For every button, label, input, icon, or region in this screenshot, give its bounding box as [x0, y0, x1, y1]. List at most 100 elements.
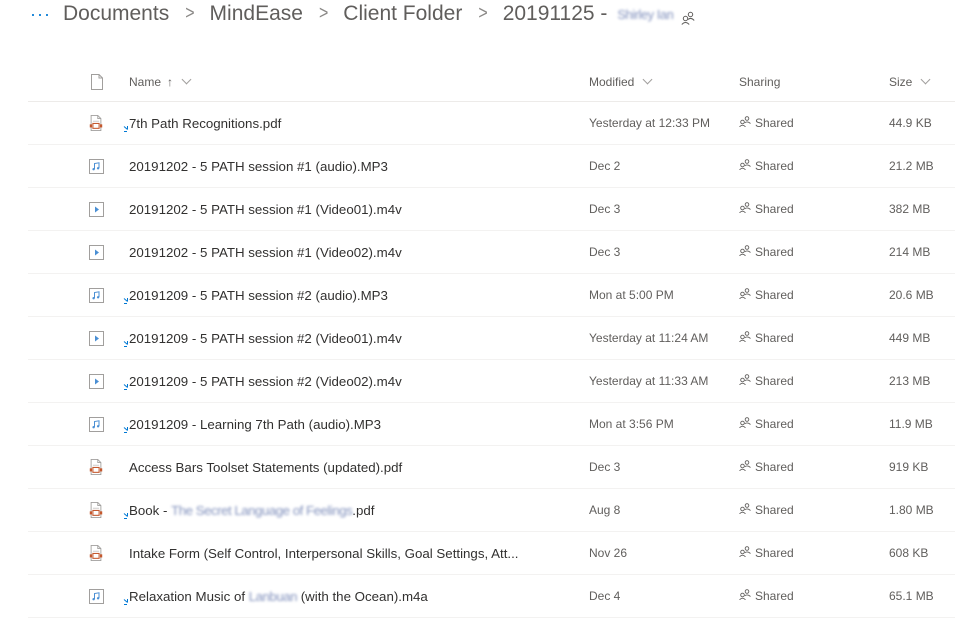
file-name-link[interactable]: Relaxation Music of Lanbuan (with the Oc…: [123, 575, 428, 617]
column-header-file-type[interactable]: [90, 62, 104, 101]
sharing-status[interactable]: Shared: [739, 102, 794, 144]
modified-date: Yesterday at 11:33 AM: [589, 374, 709, 388]
sharing-label: Shared: [755, 546, 794, 560]
sharing-status[interactable]: Shared: [739, 145, 794, 187]
file-type-cell: [88, 360, 104, 402]
shared-people-icon: [739, 159, 751, 170]
column-header-modified[interactable]: Modified: [589, 62, 653, 101]
modified-date: Dec 3: [589, 245, 621, 259]
file-name-link[interactable]: 20191202 - 5 PATH session #1 (audio).MP3: [129, 145, 388, 187]
file-name-link[interactable]: 20191202 - 5 PATH session #1 (Video01).m…: [129, 188, 402, 230]
modified-date: Dec 3: [589, 202, 621, 216]
breadcrumb-item-mindease[interactable]: MindEase: [210, 2, 303, 26]
file-type-cell: [88, 274, 104, 316]
sharing-status[interactable]: Shared: [739, 231, 794, 273]
sharing-status[interactable]: Shared: [739, 188, 794, 230]
file-row[interactable]: 20191202 - 5 PATH session #1 (audio).MP3…: [28, 145, 955, 188]
breadcrumb: ··· Documents > MindEase > Client Folder…: [30, 0, 695, 28]
new-item-icon: [123, 598, 128, 605]
sharing-status[interactable]: Shared: [739, 575, 794, 617]
modified-date: Dec 4: [589, 589, 621, 603]
chevron-right-icon: >: [478, 3, 488, 24]
sharing-status[interactable]: Shared: [739, 274, 794, 316]
file-name-link[interactable]: 20191202 - 5 PATH session #1 (Video02).m…: [129, 231, 402, 273]
file-size: 11.9 MB: [889, 417, 933, 431]
modified-date: Nov 26: [589, 546, 628, 560]
file-name-link[interactable]: 20191209 - 5 PATH session #2 (Video02).m…: [123, 360, 402, 402]
shared-people-icon: [739, 331, 751, 342]
sharing-status[interactable]: Shared: [739, 403, 794, 445]
sharing-label: Shared: [755, 460, 794, 474]
file-name-text: 20191209 - 5 PATH session #2 (Video02).m…: [129, 373, 402, 389]
sharing-status[interactable]: Shared: [739, 532, 794, 574]
modified-date: Dec 3: [589, 460, 621, 474]
file-type-cell: [88, 145, 104, 187]
column-header-name[interactable]: Name ↑: [129, 62, 192, 101]
file-row[interactable]: 20191209 - 5 PATH session #2 (audio).MP3…: [28, 274, 955, 317]
file-name-suffix: .pdf: [352, 502, 375, 518]
new-item-icon: [123, 125, 128, 132]
file-size: 608 KB: [889, 546, 929, 560]
shared-people-icon: [739, 589, 751, 600]
file-row[interactable]: 20191209 - 5 PATH session #2 (Video01).m…: [28, 317, 955, 360]
sharing-status[interactable]: Shared: [739, 446, 794, 488]
new-item-icon: [123, 340, 128, 347]
chevron-down-icon: [642, 74, 653, 85]
new-item-icon: [123, 512, 128, 519]
breadcrumb-current-folder: 20191125 -: [502, 2, 608, 25]
file-name-prefix: Book -: [129, 502, 172, 518]
file-row[interactable]: 20191202 - 5 PATH session #1 (Video01).m…: [28, 188, 955, 231]
file-name-link[interactable]: Book - The Secret Language of Feelings.p…: [123, 489, 375, 531]
column-header-name-label: Name: [129, 74, 162, 89]
chevron-right-icon: >: [185, 3, 195, 24]
file-size: 44.9 KB: [889, 116, 932, 130]
audio-file-icon: [88, 588, 104, 604]
file-row[interactable]: 20191209 - 5 PATH session #2 (Video02).m…: [28, 360, 955, 403]
file-name-link[interactable]: Intake Form (Self Control, Interpersonal…: [129, 532, 518, 574]
file-row[interactable]: Access Bars Toolset Statements (updated)…: [28, 446, 955, 489]
file-name-text: 20191209 - 5 PATH session #2 (Video01).m…: [129, 330, 402, 346]
pdf-file-icon: [89, 459, 103, 475]
sharing-label: Shared: [755, 589, 794, 603]
column-header-sharing-label: Sharing: [739, 74, 781, 89]
file-row[interactable]: 20191202 - 5 PATH session #1 (Video02).m…: [28, 231, 955, 274]
shared-people-icon: [739, 503, 751, 514]
shared-people-icon: [739, 374, 751, 385]
file-row[interactable]: 20191209 - Learning 7th Path (audio).MP3…: [28, 403, 955, 446]
file-size: 20.6 MB: [889, 288, 934, 302]
file-name-link[interactable]: Access Bars Toolset Statements (updated)…: [129, 446, 402, 488]
sharing-status[interactable]: Shared: [739, 360, 794, 402]
file-name-link[interactable]: 20191209 - Learning 7th Path (audio).MP3: [123, 403, 381, 445]
sharing-label: Shared: [755, 417, 794, 431]
file-name-text: 20191202 - 5 PATH session #1 (Video01).m…: [129, 201, 402, 217]
file-name-link[interactable]: 20191209 - 5 PATH session #2 (audio).MP3: [123, 274, 388, 316]
sharing-status[interactable]: Shared: [739, 489, 794, 531]
breadcrumb-more-button[interactable]: ···: [30, 4, 51, 25]
sharing-label: Shared: [755, 374, 794, 388]
column-header-size[interactable]: Size: [889, 62, 931, 101]
chevron-down-icon: [181, 74, 192, 85]
file-row[interactable]: Relaxation Music of Lanbuan (with the Oc…: [28, 575, 955, 618]
file-name-prefix: Relaxation Music of: [129, 588, 249, 604]
sort-ascending-icon: ↑: [167, 74, 174, 89]
file-name-text: Intake Form (Self Control, Interpersonal…: [129, 545, 519, 561]
column-header-modified-label: Modified: [589, 74, 635, 89]
breadcrumb-item-documents[interactable]: Documents: [63, 2, 169, 26]
file-size: 21.2 MB: [889, 159, 934, 173]
sharing-status[interactable]: Shared: [739, 317, 794, 359]
shared-people-icon: [739, 417, 751, 428]
file-name-link[interactable]: 20191209 - 5 PATH session #2 (Video01).m…: [123, 317, 402, 359]
file-type-cell: [88, 532, 104, 574]
file-size: 214 MB: [889, 245, 931, 259]
file-row[interactable]: 7th Path Recognitions.pdf Yesterday at 12…: [28, 102, 955, 145]
file-name-redacted: The Secret Language of Feelings: [171, 502, 353, 518]
file-row[interactable]: Intake Form (Self Control, Interpersonal…: [28, 532, 955, 575]
modified-date: Yesterday at 12:33 PM: [589, 116, 710, 130]
column-header-sharing[interactable]: Sharing: [739, 62, 780, 101]
shared-people-icon: [739, 116, 751, 127]
breadcrumb-item-client-folder[interactable]: Client Folder: [343, 2, 462, 26]
chevron-right-icon: >: [318, 3, 329, 24]
file-name-link[interactable]: 7th Path Recognitions.pdf: [123, 102, 281, 144]
file-row[interactable]: Book - The Secret Language of Feelings.p…: [28, 489, 955, 532]
pdf-file-icon: [89, 115, 103, 131]
